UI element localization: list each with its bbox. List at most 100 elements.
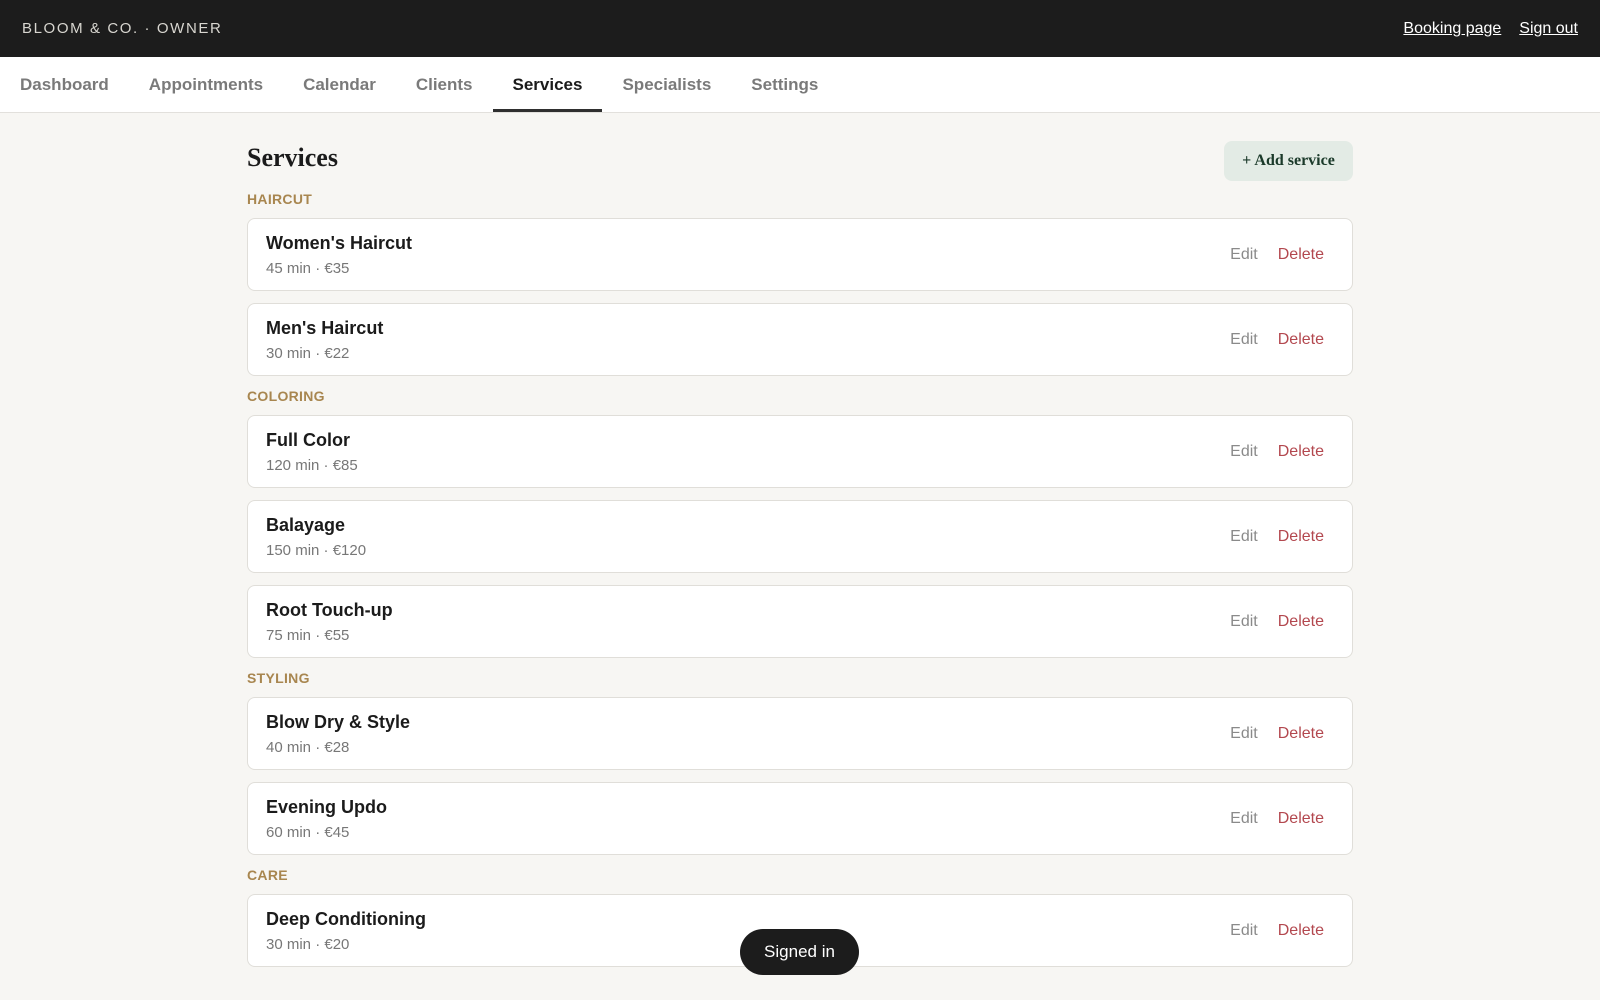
tab-dashboard[interactable]: Dashboard — [0, 57, 129, 112]
category-heading: CARE — [247, 867, 288, 883]
tab-appointments[interactable]: Appointments — [129, 57, 283, 112]
sign-out-link[interactable]: Sign out — [1519, 20, 1578, 38]
service-price: €55 — [324, 626, 350, 644]
service-meta: 30 min · €22 — [266, 345, 383, 362]
service-duration: 120 min — [266, 456, 320, 474]
edit-button[interactable]: Edit — [1230, 922, 1258, 940]
delete-button[interactable]: Delete — [1278, 725, 1324, 743]
service-price: €85 — [332, 456, 358, 474]
meta-separator: · — [311, 259, 325, 277]
delete-button[interactable]: Delete — [1278, 528, 1324, 546]
service-info: Men's Haircut 30 min · €22 — [266, 318, 383, 362]
service-price: €22 — [324, 344, 350, 362]
service-name: Root Touch-up — [266, 599, 393, 620]
delete-button[interactable]: Delete — [1278, 613, 1324, 631]
service-duration: 30 min — [266, 935, 312, 953]
tab-services[interactable]: Services — [492, 57, 603, 112]
service-actions: Edit Delete — [1230, 443, 1324, 461]
service-price: €45 — [324, 823, 350, 841]
service-card: Blow Dry & Style 40 min · €28 Edit Delete — [247, 697, 1353, 770]
service-duration: 45 min — [266, 259, 312, 277]
tab-settings[interactable]: Settings — [731, 57, 838, 112]
service-meta: 75 min · €55 — [266, 627, 393, 644]
edit-button[interactable]: Edit — [1230, 810, 1258, 828]
service-category-styling: STYLING Blow Dry & Style 40 min · €28 Edit D… — [247, 670, 1353, 855]
service-name: Balayage — [266, 514, 346, 535]
service-name: Evening Updo — [266, 796, 387, 817]
page-title: Services — [247, 143, 338, 172]
edit-button[interactable]: Edit — [1230, 443, 1258, 461]
service-info: Blow Dry & Style 40 min · €28 — [266, 712, 410, 756]
service-meta: 60 min · €45 — [266, 824, 387, 841]
service-info: Root Touch-up 75 min · €55 — [266, 600, 393, 644]
add-service-button[interactable]: + Add service — [1224, 141, 1353, 181]
edit-button[interactable]: Edit — [1230, 331, 1258, 349]
service-actions: Edit Delete — [1230, 528, 1324, 546]
service-meta: 120 min · €85 — [266, 457, 358, 474]
service-card: Root Touch-up 75 min · €55 Edit Delete — [247, 585, 1353, 658]
top-bar: BLOOM & CO. · OWNER Booking page Sign ou… — [0, 0, 1600, 57]
brand-label: BLOOM & CO. · OWNER — [22, 20, 223, 37]
toast-notification: Signed in — [740, 929, 859, 975]
service-meta: 30 min · €20 — [266, 936, 426, 953]
service-name: Deep Conditioning — [266, 908, 426, 929]
service-name: Blow Dry & Style — [266, 711, 411, 732]
meta-separator: · — [311, 738, 325, 756]
service-duration: 30 min — [266, 344, 312, 362]
service-info: Women's Haircut 45 min · €35 — [266, 233, 412, 277]
service-card: Full Color 120 min · €85 Edit Delete — [247, 415, 1353, 488]
service-meta: 45 min · €35 — [266, 260, 412, 277]
category-heading: COLORING — [247, 388, 325, 404]
service-category-coloring: COLORING Full Color 120 min · €85 Edit Delet… — [247, 388, 1353, 658]
meta-separator: · — [319, 456, 333, 474]
meta-separator: · — [319, 541, 333, 559]
service-actions: Edit Delete — [1230, 725, 1324, 743]
service-duration: 75 min — [266, 626, 312, 644]
service-actions: Edit Delete — [1230, 810, 1324, 828]
service-actions: Edit Delete — [1230, 246, 1324, 264]
delete-button[interactable]: Delete — [1278, 922, 1324, 940]
service-actions: Edit Delete — [1230, 331, 1324, 349]
service-groups: HAIRCUT Women's Haircut 45 min · €35 Edit De… — [247, 191, 1353, 967]
service-duration: 60 min — [266, 823, 312, 841]
edit-button[interactable]: Edit — [1230, 725, 1258, 743]
delete-button[interactable]: Delete — [1278, 443, 1324, 461]
service-card: Evening Updo 60 min · €45 Edit Delete — [247, 782, 1353, 855]
service-price: €35 — [324, 259, 350, 277]
service-name: Men's Haircut — [266, 317, 384, 338]
tab-clients[interactable]: Clients — [396, 57, 493, 112]
service-info: Deep Conditioning 30 min · €20 — [266, 909, 426, 953]
service-actions: Edit Delete — [1230, 613, 1324, 631]
service-price: €20 — [324, 935, 350, 953]
delete-button[interactable]: Delete — [1278, 331, 1324, 349]
delete-button[interactable]: Delete — [1278, 810, 1324, 828]
service-price: €28 — [324, 738, 350, 756]
service-name: Women's Haircut — [266, 232, 412, 253]
service-duration: 40 min — [266, 738, 312, 756]
service-actions: Edit Delete — [1230, 922, 1324, 940]
category-heading: HAIRCUT — [247, 191, 313, 207]
edit-button[interactable]: Edit — [1230, 528, 1258, 546]
nav-tabs: Dashboard Appointments Calendar Clients Serv… — [0, 57, 1600, 113]
service-card: Men's Haircut 30 min · €22 Edit Delete — [247, 303, 1353, 376]
category-heading: STYLING — [247, 670, 310, 686]
meta-separator: · — [311, 935, 325, 953]
services-main: Services + Add service HAIRCUT Women's Ha… — [247, 113, 1353, 979]
edit-button[interactable]: Edit — [1230, 246, 1258, 264]
tab-specialists[interactable]: Specialists — [602, 57, 731, 112]
meta-separator: · — [311, 626, 325, 644]
service-info: Full Color 120 min · €85 — [266, 430, 358, 474]
booking-page-link[interactable]: Booking page — [1403, 20, 1501, 38]
meta-separator: · — [311, 344, 325, 362]
delete-button[interactable]: Delete — [1278, 246, 1324, 264]
meta-separator: · — [311, 823, 325, 841]
service-info: Balayage 150 min · €120 — [266, 515, 366, 559]
service-category-haircut: HAIRCUT Women's Haircut 45 min · €35 Edit De… — [247, 191, 1353, 376]
tab-calendar[interactable]: Calendar — [283, 57, 396, 112]
service-meta: 40 min · €28 — [266, 739, 410, 756]
edit-button[interactable]: Edit — [1230, 613, 1258, 631]
service-card: Balayage 150 min · €120 Edit Delete — [247, 500, 1353, 573]
top-links: Booking page Sign out — [1403, 20, 1578, 38]
service-price: €120 — [332, 541, 367, 559]
service-name: Full Color — [266, 429, 350, 450]
